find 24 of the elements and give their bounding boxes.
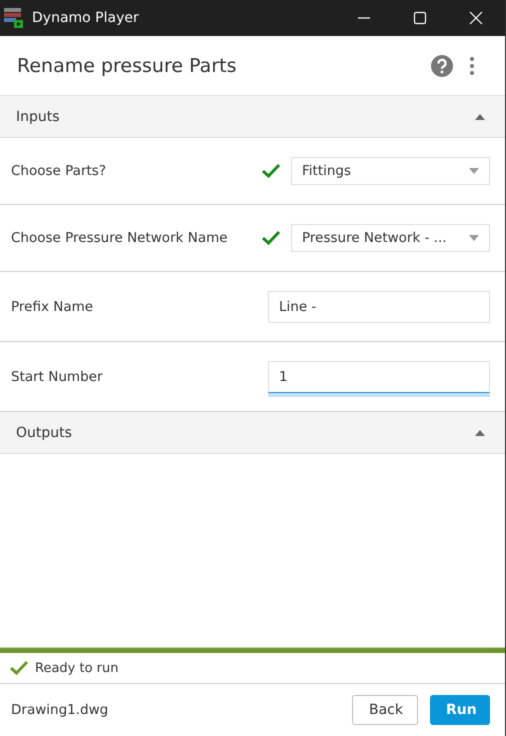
caret-icon [469,235,479,241]
input-field[interactable]: Line - [268,290,490,322]
help-icon[interactable] [431,54,453,76]
input-label: Choose Parts? [11,163,106,179]
section-header[interactable]: Inputs [0,96,505,138]
check-icon [9,660,29,676]
caret-icon [469,168,479,174]
collapse-icon[interactable] [475,114,485,120]
back-button[interactable]: Back [352,695,418,725]
section-header[interactable]: Outputs [0,412,505,454]
close-icon[interactable] [469,11,483,25]
graph-title: Rename pressure Parts [17,54,236,76]
input-label: Start Number [11,368,103,384]
more-icon[interactable] [469,56,475,76]
maximize-icon[interactable] [413,11,427,25]
dropdown[interactable]: Pressure Network - ... [291,224,490,252]
collapse-icon[interactable] [475,430,485,436]
status-text: Ready to run [35,660,118,676]
window-title: Dynamo Player [32,10,139,26]
file-name: Drawing1.dwg [11,702,108,718]
input-label: Prefix Name [11,298,94,314]
dropdown[interactable]: Fittings [291,157,490,185]
app-icon [4,8,24,28]
input-label: Choose Pressure Network Name [11,230,228,246]
